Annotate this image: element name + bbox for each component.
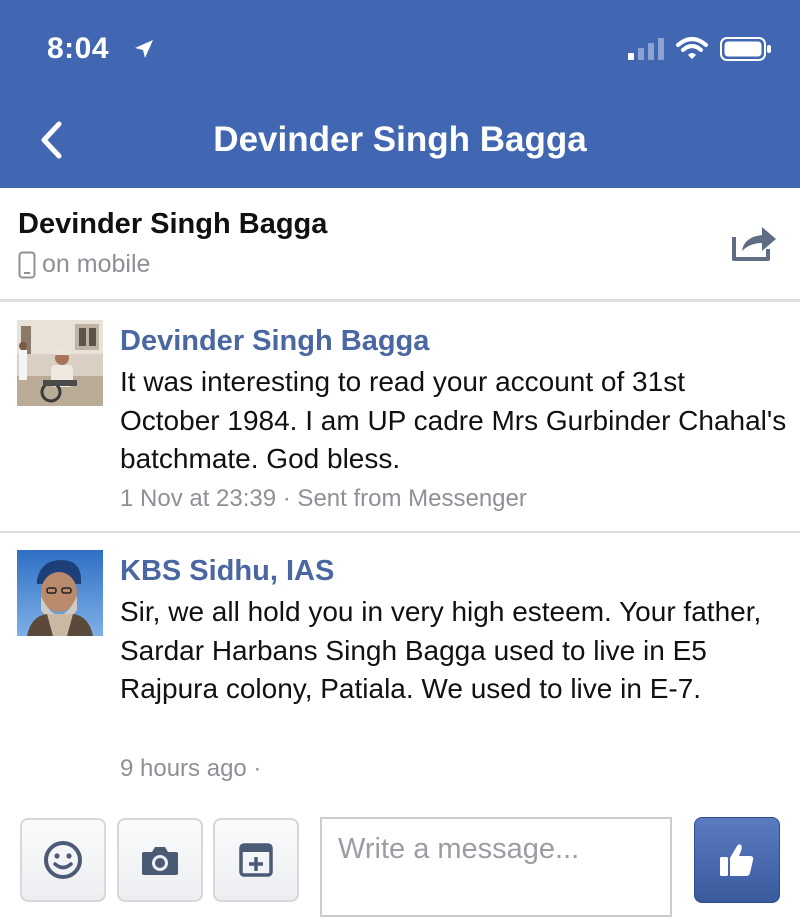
presence-status: on mobile bbox=[42, 250, 151, 278]
sticker-icon bbox=[239, 843, 273, 877]
avatar-photo bbox=[17, 550, 103, 636]
message-text: It was interesting to read your account … bbox=[120, 366, 787, 474]
emoji-icon bbox=[44, 841, 82, 879]
status-time: 8:04 bbox=[47, 32, 110, 65]
avatar[interactable] bbox=[17, 320, 103, 406]
message-text: Sir, we all hold you in very high esteem… bbox=[120, 596, 762, 704]
message-meta: 9 hours ago · bbox=[120, 755, 262, 782]
presence-row: on mobile bbox=[18, 250, 150, 279]
camera-button[interactable] bbox=[117, 818, 203, 902]
avatar[interactable] bbox=[17, 550, 103, 636]
contact-name[interactable]: Devinder Singh Bagga bbox=[18, 208, 327, 241]
share-icon[interactable] bbox=[730, 221, 778, 263]
nav-title: Devinder Singh Bagga bbox=[213, 120, 587, 159]
like-button[interactable] bbox=[694, 817, 780, 903]
conversation-header: Devinder Singh Bagga on mobile bbox=[0, 188, 800, 302]
thumbs-up-icon bbox=[720, 844, 754, 876]
top-bar: 8:04 Devinder Singh Bagga bbox=[0, 0, 800, 188]
message-meta: 1 Nov at 23:39 · Sent from Messenger bbox=[120, 485, 527, 512]
location-arrow-icon bbox=[135, 40, 153, 58]
battery-icon bbox=[720, 37, 771, 61]
signal-icon bbox=[628, 38, 664, 60]
sticker-button[interactable] bbox=[213, 818, 299, 902]
wifi-icon bbox=[676, 37, 708, 59]
message-input[interactable] bbox=[320, 817, 672, 917]
phone-icon bbox=[18, 251, 36, 278]
composer bbox=[0, 800, 800, 921]
sender-name[interactable]: KBS Sidhu, IAS bbox=[120, 555, 334, 588]
message-item: Devinder Singh Bagga It was interesting … bbox=[0, 305, 800, 533]
avatar-photo bbox=[17, 320, 103, 406]
sender-name[interactable]: Devinder Singh Bagga bbox=[120, 325, 429, 358]
message-item: KBS Sidhu, IAS Sir, we all hold you in v… bbox=[0, 535, 800, 790]
emoji-button[interactable] bbox=[20, 818, 106, 902]
camera-icon bbox=[142, 847, 178, 875]
